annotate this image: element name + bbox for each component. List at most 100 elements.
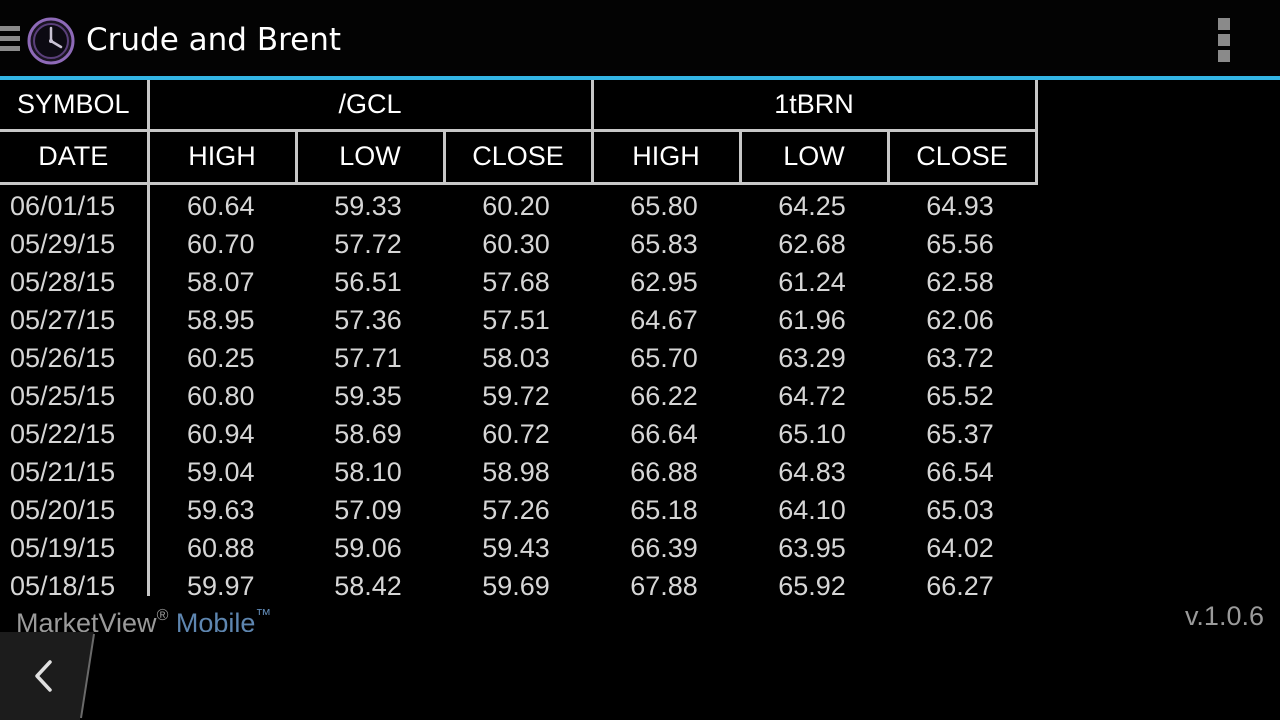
date-cell: 05/19/15 (0, 529, 150, 567)
date-cell: 05/20/15 (0, 491, 150, 529)
brn-close-cell: 66.54 (926, 456, 994, 487)
gcl-close-cell: 60.72 (482, 418, 550, 449)
overflow-menu-icon[interactable] (1204, 14, 1244, 66)
brn-close-cell: 63.72 (926, 342, 994, 373)
gcl-close-cell: 59.69 (482, 570, 550, 597)
column-header-row: DATE HIGH LOW CLOSE HIGH LOW CLOSE (0, 128, 1038, 185)
gcl-close-cell: 60.20 (482, 191, 550, 222)
gcl-high-cell: 58.95 (186, 304, 255, 335)
date-cell: 06/01/15 (0, 183, 150, 225)
brn-close-cell: 62.06 (926, 304, 994, 335)
brn-close-cell: 64.93 (926, 191, 994, 222)
brn-high-cell: 65.83 (630, 228, 698, 259)
date-header: DATE (0, 128, 150, 185)
gcl-low-cell: 57.09 (334, 494, 402, 525)
gcl-close-header: CLOSE (442, 128, 594, 185)
brn-low-cell: 64.72 (778, 380, 846, 411)
date-cell: 05/25/15 (0, 377, 150, 415)
gcl-high-cell: 60.94 (186, 418, 255, 449)
gcl-low-cell: 59.35 (334, 380, 402, 411)
gcl-low-cell: 59.33 (334, 191, 402, 222)
brn-high-header: HIGH (590, 128, 742, 185)
navigation-bar (0, 632, 1280, 720)
date-cell: 05/29/15 (0, 225, 150, 263)
table-row: 05/19/15 60.88 59.06 59.43 66.39 63.95 64.02 (0, 529, 1036, 567)
gcl-high-cell: 59.63 (186, 494, 255, 525)
gcl-close-cell: 57.68 (482, 266, 550, 297)
trademark-mark: ™ (255, 607, 272, 624)
date-cell: 05/28/15 (0, 263, 150, 301)
date-cell: 05/27/15 (0, 301, 150, 339)
brn-low-cell: 64.83 (778, 456, 846, 487)
table-row: 06/01/15 60.64 59.33 60.20 65.80 64.25 64.93 (0, 183, 1036, 225)
brn-low-cell: 61.96 (778, 304, 846, 335)
gcl-low-cell: 57.72 (334, 228, 402, 259)
table-row: 05/29/15 60.70 57.72 60.30 65.83 62.68 65.56 (0, 225, 1036, 263)
brn-low-cell: 65.92 (778, 570, 846, 597)
symbol-header-row: SYMBOL /GCL 1tBRN (0, 80, 1038, 132)
table-row: 05/26/15 60.25 57.71 58.03 65.70 63.29 63.72 (0, 339, 1036, 377)
back-icon[interactable] (0, 632, 96, 720)
gcl-close-cell: 57.51 (482, 304, 550, 335)
brn-high-cell: 66.88 (630, 456, 698, 487)
table-row: 05/27/15 58.95 57.36 57.51 64.67 61.96 62.06 (0, 301, 1036, 339)
gcl-low-header: LOW (294, 128, 446, 185)
brn-high-cell: 62.95 (630, 266, 698, 297)
brn-low-cell: 62.68 (778, 228, 846, 259)
gcl-close-cell: 60.30 (482, 228, 550, 259)
gcl-close-cell: 58.03 (482, 342, 550, 373)
symbol-gcl-header: /GCL (146, 80, 594, 132)
brn-close-cell: 65.03 (926, 494, 994, 525)
action-bar: Crude and Brent (0, 0, 1280, 80)
table-row: 05/21/15 59.04 58.10 58.98 66.88 64.83 66.54 (0, 453, 1036, 491)
table-row: 05/20/15 59.63 57.09 57.26 65.18 64.10 65.03 (0, 491, 1036, 529)
version-label: v.1.0.6 (1184, 601, 1264, 631)
symbol-brn-header: 1tBRN (590, 80, 1038, 132)
gcl-high-cell: 60.25 (186, 342, 255, 373)
page-title: Crude and Brent (86, 22, 342, 58)
brn-close-cell: 65.52 (926, 380, 994, 411)
brn-low-header: LOW (738, 128, 890, 185)
brn-low-cell: 64.25 (778, 191, 846, 222)
brn-close-cell: 65.37 (926, 418, 994, 449)
date-cell: 05/22/15 (0, 415, 150, 453)
brn-close-cell: 62.58 (926, 266, 994, 297)
gcl-close-cell: 59.72 (482, 380, 550, 411)
brn-high-cell: 66.39 (630, 532, 698, 563)
table-row: 05/22/15 60.94 58.69 60.72 66.64 65.10 65.37 (0, 415, 1036, 453)
gcl-high-cell: 59.04 (186, 456, 255, 487)
gcl-close-cell: 58.98 (482, 456, 550, 487)
brn-low-cell: 64.10 (778, 494, 846, 525)
gcl-high-cell: 60.88 (186, 532, 255, 563)
date-cell: 05/18/15 (0, 567, 150, 596)
gcl-low-cell: 57.36 (334, 304, 402, 335)
gcl-low-cell: 58.42 (334, 570, 402, 597)
gcl-close-cell: 57.26 (482, 494, 550, 525)
gcl-close-cell: 59.43 (482, 532, 550, 563)
gcl-high-cell: 60.64 (186, 191, 255, 222)
table-row: 05/18/15 59.97 58.42 59.69 67.88 65.92 66.27 (0, 567, 1036, 596)
quotes-table-container[interactable]: SYMBOL /GCL 1tBRN DATE HIGH LOW CLOSE HI… (0, 80, 1280, 596)
brn-high-cell: 65.18 (630, 494, 698, 525)
table-row: 05/28/15 58.07 56.51 57.68 62.95 61.24 62.58 (0, 263, 1036, 301)
brn-close-cell: 66.27 (926, 570, 994, 597)
brn-low-cell: 61.24 (778, 266, 846, 297)
gcl-low-cell: 56.51 (334, 266, 402, 297)
brn-high-cell: 65.70 (630, 342, 698, 373)
clock-icon[interactable] (26, 16, 76, 66)
date-cell: 05/21/15 (0, 453, 150, 491)
brn-low-cell: 63.29 (778, 342, 846, 373)
brn-high-cell: 66.64 (630, 418, 698, 449)
brn-low-cell: 63.95 (778, 532, 846, 563)
symbol-header: SYMBOL (0, 80, 150, 132)
brn-close-cell: 65.56 (926, 228, 994, 259)
brn-high-cell: 64.67 (630, 304, 698, 335)
gcl-high-cell: 60.70 (186, 228, 255, 259)
gcl-low-cell: 57.71 (334, 342, 402, 373)
gcl-high-cell: 60.80 (186, 380, 255, 411)
gcl-high-cell: 58.07 (186, 266, 255, 297)
gcl-high-header: HIGH (146, 128, 298, 185)
brn-close-header: CLOSE (886, 128, 1038, 185)
brn-low-cell: 65.10 (778, 418, 846, 449)
hamburger-icon[interactable] (0, 26, 20, 56)
